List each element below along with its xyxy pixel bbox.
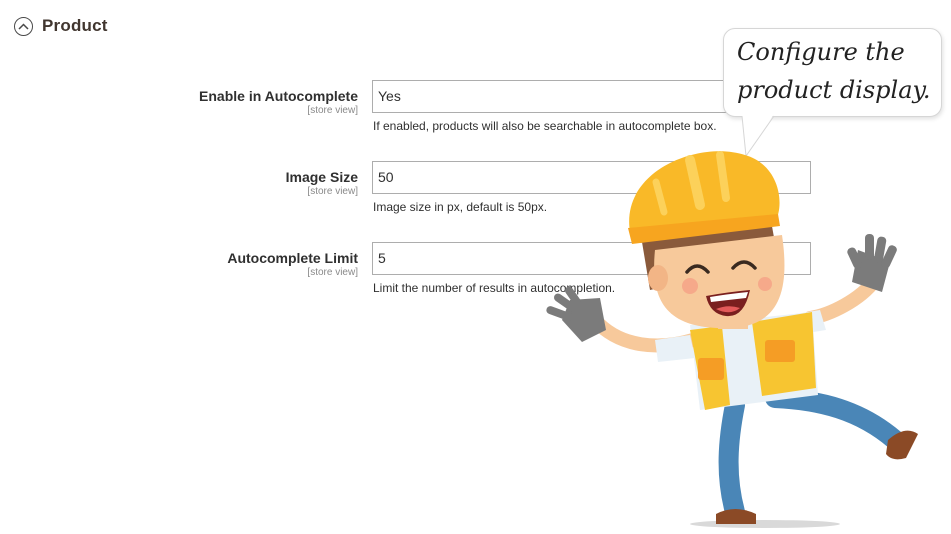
field-label-group: Autocomplete Limit [store view]	[227, 250, 358, 278]
field-note: If enabled, products will also be search…	[373, 119, 717, 133]
bubble-line-1: Configure the	[737, 38, 905, 66]
product-section-header[interactable]: Product	[14, 16, 108, 36]
bubble-line-2: product display.	[737, 76, 931, 104]
scope-label: [store view]	[307, 105, 358, 116]
scope-label: [store view]	[307, 186, 358, 197]
config-page: Product Enable in Autocomplete [store vi…	[0, 0, 951, 534]
field-note: Image size in px, default is 50px.	[373, 200, 548, 214]
speech-bubble: Configure the product display.	[723, 28, 942, 117]
chevron-up-circle-icon[interactable]	[14, 16, 33, 36]
field-label: Autocomplete Limit	[227, 250, 358, 266]
field-label: Image Size	[285, 169, 358, 185]
field-label-group: Enable in Autocomplete [store view]	[199, 88, 358, 116]
scope-label: [store view]	[307, 267, 358, 278]
field-label-group: Image Size [store view]	[286, 169, 358, 197]
construction-worker-mascot-illustration	[546, 151, 918, 528]
section-title: Product	[42, 16, 108, 35]
field-label: Enable in Autocomplete	[199, 88, 358, 104]
